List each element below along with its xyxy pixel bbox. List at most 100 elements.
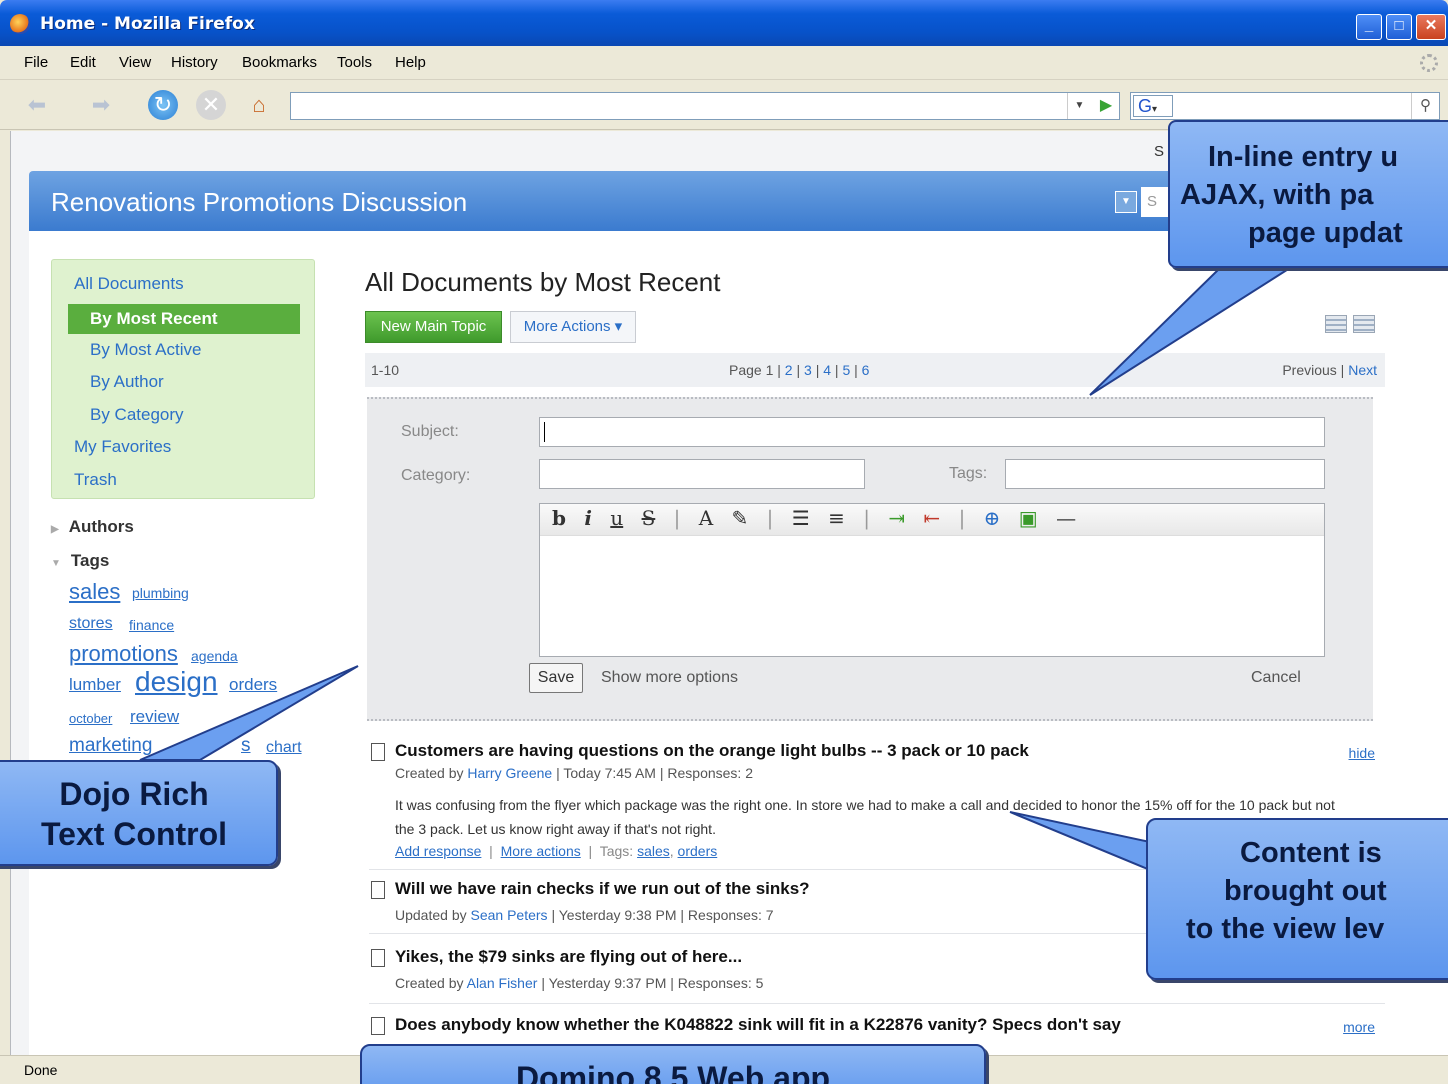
cancel-link[interactable]: Cancel [1251,669,1301,687]
preview-layout-icon[interactable] [1325,315,1347,333]
tag-promotions[interactable]: promotions [69,641,178,667]
nav-by-author[interactable]: By Author [90,372,164,392]
tag-finance[interactable]: finance [129,617,174,633]
save-button[interactable]: Save [529,663,583,693]
menu-tools[interactable]: Tools [337,54,372,71]
go-icon[interactable]: ▶ [1093,93,1119,119]
search-engine-icon[interactable]: G▾ [1133,95,1173,117]
author-link[interactable]: Harry Greene [467,765,552,781]
expand-arrow-icon: ▶ [51,524,59,535]
minimize-button[interactable]: _ [1356,14,1382,40]
category-input[interactable] [539,459,865,489]
nav-by-most-active[interactable]: By Most Active [90,340,201,360]
insert-image-icon[interactable]: ▣ [1019,506,1038,530]
tags-input[interactable] [1005,459,1325,489]
range-label: 1-10 [371,362,400,378]
menu-bookmarks[interactable]: Bookmarks [242,54,317,71]
doc-tag-link[interactable]: orders [678,843,718,859]
close-button[interactable]: ✕ [1416,14,1446,40]
page-link[interactable]: 6 [862,362,870,378]
document-title[interactable]: Yikes, the $79 sinks are flying out of h… [395,947,742,967]
tag-october[interactable]: october [69,711,112,726]
separator: | [863,506,870,530]
back-icon[interactable]: ⬅ [22,90,52,120]
author-link[interactable]: Sean Peters [471,907,548,923]
nav-my-favorites[interactable]: My Favorites [74,437,171,457]
previous-link[interactable]: Previous | [1282,362,1344,378]
tag-stores[interactable]: stores [69,615,113,633]
tag-design[interactable]: design [135,666,218,698]
tag-lumber[interactable]: lumber [69,675,121,695]
italic-icon[interactable]: i [584,506,592,530]
more-actions-link[interactable]: More actions [501,843,581,859]
tags-label: Tags: [949,465,988,482]
hide-link[interactable]: hide [1349,745,1375,761]
list-layout-icon[interactable] [1353,315,1375,333]
highlight-icon[interactable]: ✎ [732,506,749,530]
subject-input[interactable] [539,417,1325,447]
stop-icon[interactable]: ✕ [196,90,226,120]
strikethrough-icon[interactable]: S [642,506,656,530]
nav-by-category[interactable]: By Category [90,405,184,425]
page-links: Page 1 | 2 | 3 | 4 | 5 | 6 [729,362,870,378]
menu-history[interactable]: History [171,54,218,71]
home-icon[interactable]: ⌂ [244,90,274,120]
top-link-partial[interactable]: S [1154,143,1164,160]
show-more-options-link[interactable]: Show more options [601,669,738,687]
url-dropdown-icon[interactable]: ▼ [1067,93,1091,119]
page-link[interactable]: 3 [804,362,812,378]
nav-all-documents[interactable]: All Documents [74,274,184,294]
search-scope-dropdown-icon[interactable]: ▼ [1115,191,1137,213]
bold-icon[interactable]: b [552,506,566,530]
next-link[interactable]: Next [1348,362,1377,378]
more-link[interactable]: more [1343,1019,1375,1035]
page-link[interactable]: 4 [823,362,831,378]
tag-orders[interactable]: orders [229,675,277,695]
document-title[interactable]: Will we have rain checks if we run out o… [395,879,810,899]
document-meta: Created by Alan Fisher | Yesterday 9:37 … [395,975,764,991]
tag-partial[interactable]: s [241,735,251,757]
doc-tag-link[interactable]: sales [637,843,670,859]
document-icon [371,743,385,761]
search-bar[interactable]: G▾ ⚲ [1130,92,1440,120]
rich-text-editor[interactable]: b i u S | A ✎ | ☰ ≡ | ⇥ ⇤ | ⊕ ▣ — [539,503,1325,657]
new-main-topic-button[interactable]: New Main Topic [365,311,502,343]
authors-toggle[interactable]: ▶ Authors [51,517,134,537]
callout-dojo-rte: Dojo Rich Text Control [0,760,278,866]
nav-trash[interactable]: Trash [74,470,117,490]
add-response-link[interactable]: Add response [395,843,481,859]
forward-icon[interactable]: ➡ [86,90,116,120]
menu-help[interactable]: Help [395,54,426,71]
tag-marketing[interactable]: marketing [69,735,152,757]
banner-title: Renovations Promotions Discussion [51,187,468,217]
outdent-icon[interactable]: ⇤ [923,506,940,530]
document-title[interactable]: Customers are having questions on the or… [395,741,1029,761]
url-bar[interactable]: ▼ ▶ [290,92,1120,120]
bullet-list-icon[interactable]: ☰ [792,506,810,530]
menu-edit[interactable]: Edit [70,54,96,71]
indent-icon[interactable]: ⇥ [888,506,905,530]
numbered-list-icon[interactable]: ≡ [828,506,845,530]
underline-icon[interactable]: u [610,506,623,530]
menu-file[interactable]: File [24,54,48,71]
tag-plumbing[interactable]: plumbing [132,585,189,601]
menu-view[interactable]: View [119,54,151,71]
tag-sales[interactable]: sales [69,579,120,605]
insert-link-icon[interactable]: ⊕ [984,506,1001,530]
document-title[interactable]: Does anybody know whether the K048822 si… [395,1015,1121,1035]
nav-by-most-recent[interactable]: By Most Recent [68,304,300,334]
search-icon[interactable]: ⚲ [1411,93,1439,119]
tags-toggle[interactable]: ▼ Tags [51,551,109,571]
reload-icon[interactable]: ↻ [148,90,178,120]
font-color-icon[interactable]: A [699,506,713,530]
maximize-button[interactable]: □ [1386,14,1412,40]
tag-review[interactable]: review [130,707,179,727]
tag-chart[interactable]: chart [266,739,302,757]
page-link[interactable]: 2 [785,362,793,378]
more-actions-button[interactable]: More Actions ▾ [510,311,636,343]
tag-agenda[interactable]: agenda [191,648,238,664]
author-link[interactable]: Alan Fisher [467,975,538,991]
horizontal-rule-icon[interactable]: — [1056,506,1076,530]
page-link[interactable]: 5 [842,362,850,378]
document-icon [371,881,385,899]
